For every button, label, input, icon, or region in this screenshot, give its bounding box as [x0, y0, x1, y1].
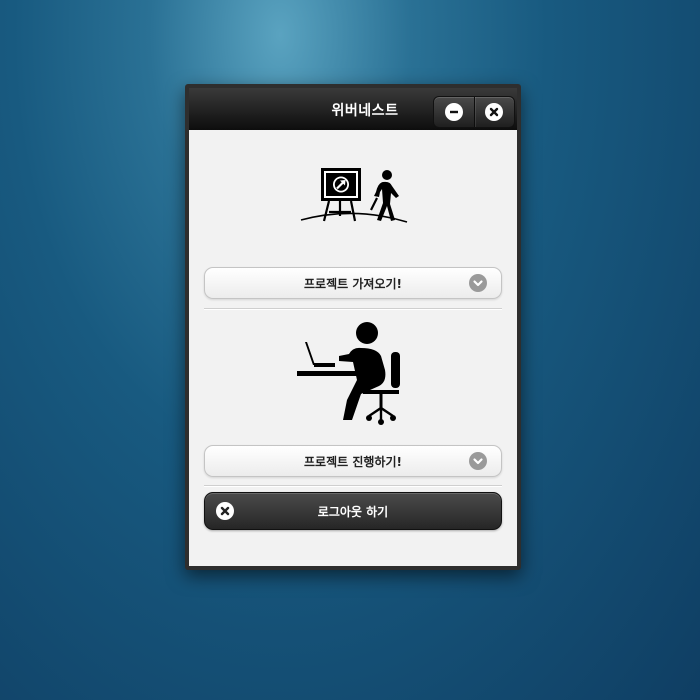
progress-project-button[interactable]: 프로젝트 진행하기! [204, 445, 502, 477]
progress-project-label: 프로젝트 진행하기! [304, 455, 402, 469]
section-divider [204, 485, 502, 487]
logout-button[interactable]: 로그아웃 하기 [204, 492, 502, 530]
person-at-computer-icon [297, 322, 400, 425]
app-window: 위버네스트 프로젝트 가져오기! 프로젝트 진행하기! 로그아웃 하기 [185, 84, 521, 570]
close-button[interactable] [473, 97, 515, 127]
close-icon [485, 103, 504, 121]
minimize-button[interactable] [434, 97, 474, 127]
import-project-label: 프로젝트 가져오기! [304, 277, 402, 291]
logout-label: 로그아웃 하기 [317, 505, 389, 519]
section-divider [204, 308, 502, 310]
window-controls [433, 96, 515, 128]
main-content: 프로젝트 가져오기! 프로젝트 진행하기! 로그아웃 하기 [189, 130, 517, 566]
chevron-down-icon [469, 274, 487, 292]
import-project-button[interactable]: 프로젝트 가져오기! [204, 267, 502, 299]
chevron-down-icon [469, 452, 487, 470]
minus-icon [444, 103, 463, 121]
presentation-walker-icon [300, 168, 408, 223]
title-bar[interactable]: 위버네스트 [189, 88, 517, 130]
